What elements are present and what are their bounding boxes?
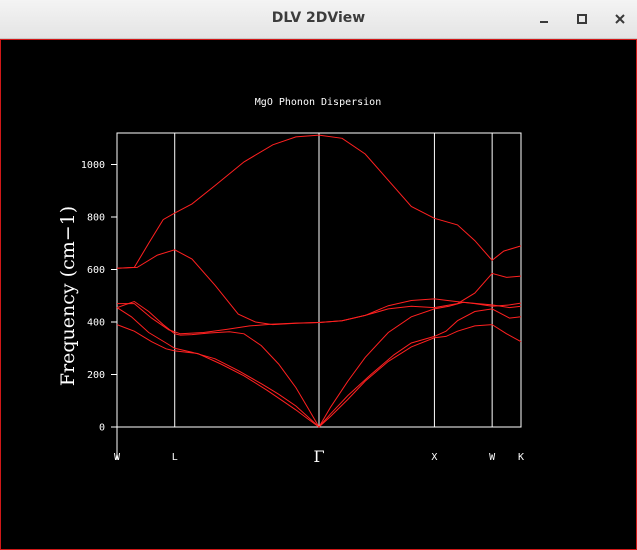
chart-title: MgO Phonon Dispersion — [255, 97, 381, 108]
x-tick-label: X — [431, 452, 437, 463]
y-tick-label: 400 — [87, 318, 105, 329]
y-tick-label: 800 — [87, 213, 105, 224]
x-tick-label: L — [172, 452, 178, 463]
minimize-icon — [540, 21, 548, 23]
y-tick-label: 1000 — [81, 160, 105, 171]
x-tick-label: W — [489, 452, 496, 463]
plot-canvas-frame: MgO Phonon Dispersion Frequency (cm−1) 0… — [0, 39, 637, 550]
maximize-icon — [577, 14, 587, 24]
x-tick-label: Γ — [313, 447, 324, 466]
x-tick-label: K — [518, 452, 524, 463]
y-tick-label: 200 — [87, 370, 105, 381]
minimize-button[interactable] — [533, 8, 555, 30]
y-tick-label: 0 — [99, 423, 105, 434]
y-axis-label: Frequency (cm−1) — [57, 206, 79, 386]
title-bar[interactable]: DLV 2DView — [0, 0, 637, 39]
close-button[interactable] — [609, 8, 631, 30]
y-tick-label: 600 — [87, 265, 105, 276]
phonon-dispersion-chart: MgO Phonon Dispersion Frequency (cm−1) 0… — [57, 97, 524, 466]
maximize-button[interactable] — [571, 8, 593, 30]
x-tick-label: W — [114, 452, 121, 463]
close-icon — [615, 14, 625, 24]
app-window: DLV 2DView MgO Phonon Dispersion Frequen… — [0, 0, 637, 550]
